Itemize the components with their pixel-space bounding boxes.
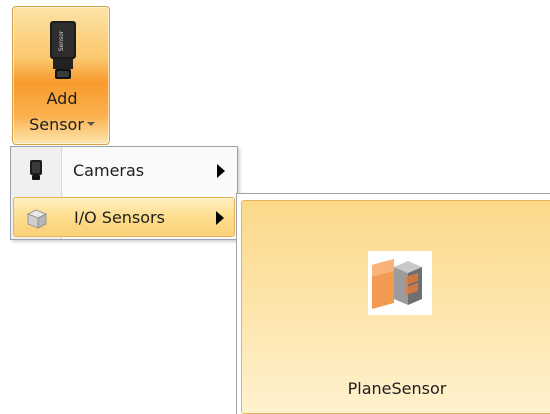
add-sensor-menu: Cameras I/O Sensors [10,146,238,240]
io-sensor-icon [27,209,47,229]
menu-item-label: I/O Sensors [74,208,165,227]
chevron-down-icon [86,121,95,126]
plane-sensor-item[interactable]: PlaneSensor [241,200,550,414]
add-sensor-label-line1: Add [46,89,78,108]
camera-icon [30,160,42,180]
add-sensor-label-line2: Sensor [13,115,111,135]
sensor-dropdown-ui: Sensor Add Sensor Cameras I/O Sensors Pl… [0,0,550,414]
plane-sensor-label: PlaneSensor [347,379,447,398]
submenu-arrow-icon [217,164,225,178]
add-sensor-label-text: Sensor [29,115,84,134]
add-sensor-button[interactable]: Sensor Add Sensor [12,6,110,145]
plane-sensor-icon [372,259,422,309]
io-sensors-submenu: PlaneSensor [236,193,550,414]
svg-text:Sensor: Sensor [58,30,65,51]
menu-item-label: Cameras [73,161,145,180]
submenu-arrow-icon [216,211,224,225]
menu-item-cameras[interactable]: Cameras [13,151,235,191]
plane-sensor-icon-frame [368,251,432,315]
camera-icon: Sensor [50,21,76,79]
menu-item-io-sensors[interactable]: I/O Sensors [13,197,235,237]
